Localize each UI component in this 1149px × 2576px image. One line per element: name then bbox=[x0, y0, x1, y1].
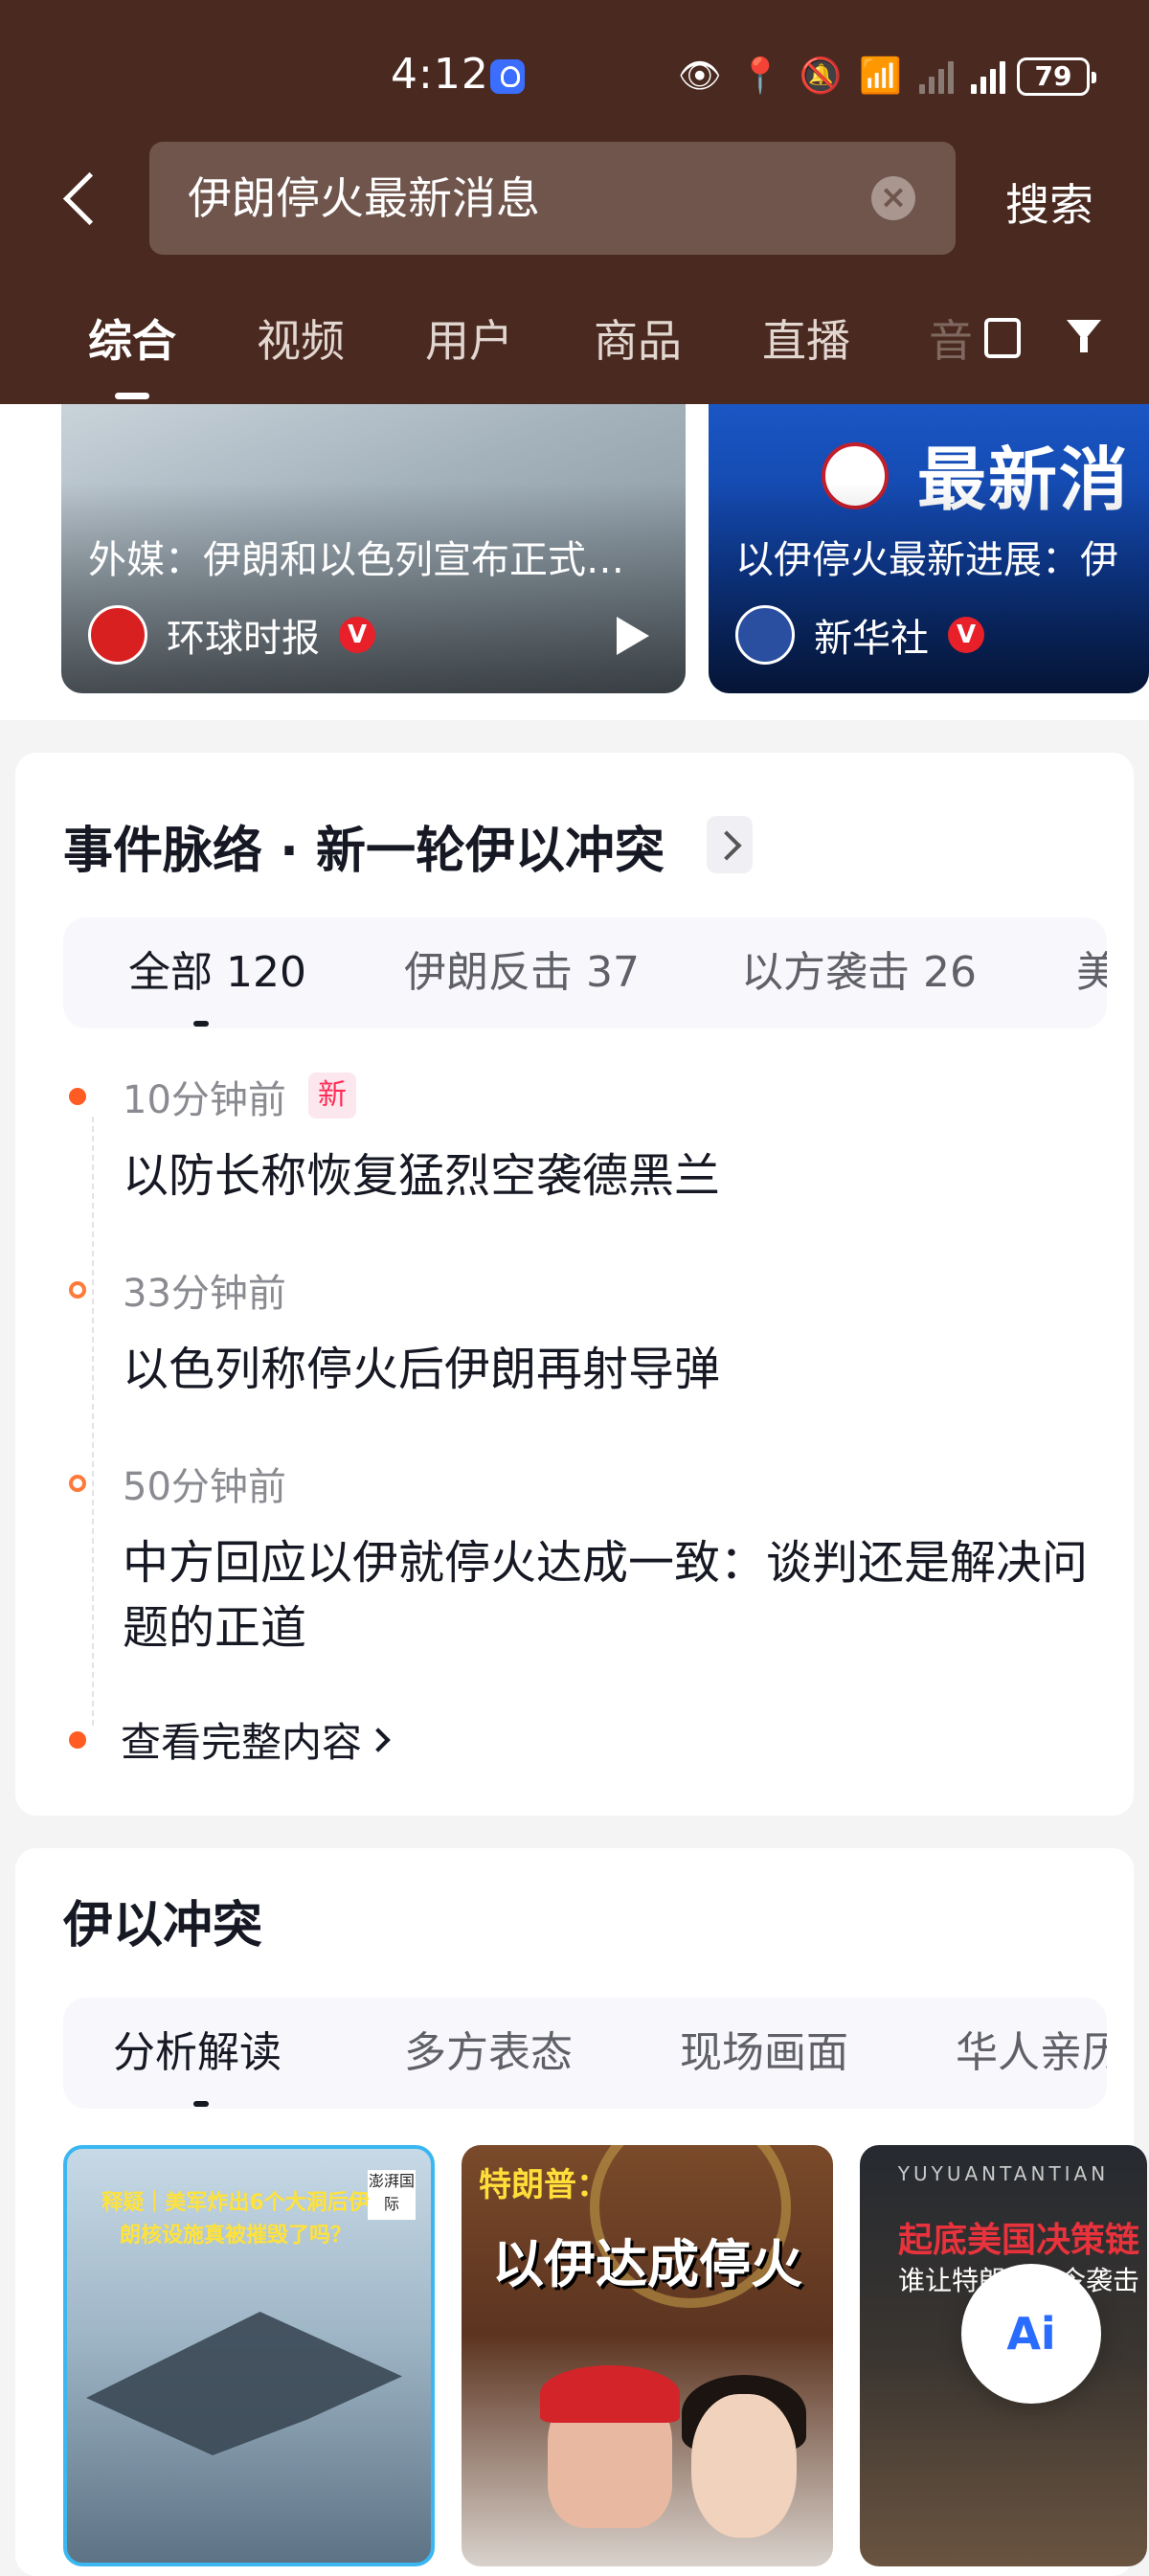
search-button[interactable]: 搜索 bbox=[1005, 170, 1093, 234]
status-time: 4:12 bbox=[391, 50, 489, 99]
subtab-indicator bbox=[193, 1021, 209, 1027]
video-thumbnail[interactable]: 特朗普： 以伊达成停火 bbox=[462, 2145, 833, 2566]
subtab-indicator bbox=[193, 2101, 209, 2107]
event-title[interactable]: 事件脉络 · 新一轮伊以冲突 bbox=[63, 810, 665, 882]
thumbnail-brand: YUYUANTANTIAN bbox=[897, 2162, 1110, 2185]
event-subtabs: 全部 120 伊朗反击 37 以方袭击 26 美 bbox=[63, 917, 1107, 1028]
top-header: 4:12 👁 📍 🔕 📶 79 伊朗停火最新消息 × 搜索 综合 视频 用户 商… bbox=[0, 0, 1149, 404]
tab-goods[interactable]: 商品 bbox=[594, 306, 682, 370]
subtab-analysis[interactable]: 分析解读 bbox=[113, 1998, 282, 2109]
wifi-icon: 📶 bbox=[859, 56, 903, 96]
chevron-right-icon[interactable] bbox=[366, 1728, 391, 1752]
timeline-dot bbox=[69, 1731, 86, 1749]
bomber-image bbox=[86, 2312, 402, 2455]
video-card[interactable]: 外媒：伊朗和以色列宣布正式… 环球时报 V bbox=[61, 404, 686, 693]
filter-icon[interactable] bbox=[1063, 312, 1107, 356]
view-full-content-link[interactable]: 查看完整内容 bbox=[121, 1710, 362, 1769]
subtab-iran-counter[interactable]: 伊朗反击 37 bbox=[404, 917, 640, 1028]
subtab-us[interactable]: 美 bbox=[1076, 917, 1107, 1028]
signal-4g-icon bbox=[971, 59, 1006, 94]
location-icon: 📍 bbox=[738, 56, 782, 96]
timeline-dot bbox=[69, 1088, 86, 1105]
status-icons: 👁 📍 🔕 📶 bbox=[678, 54, 1006, 100]
search-input[interactable]: 伊朗停火最新消息 × bbox=[149, 142, 956, 255]
subtab-chinese-experience[interactable]: 华人亲历 bbox=[956, 1998, 1107, 2109]
source-name[interactable]: 环球时报 bbox=[167, 607, 320, 663]
new-badge: 新 bbox=[308, 1073, 356, 1119]
status-bar: 4:12 👁 📍 🔕 📶 79 bbox=[0, 0, 1149, 144]
verified-icon: V bbox=[339, 617, 375, 653]
timeline-item[interactable]: 以防长称恢复猛烈空袭德黑兰 bbox=[123, 1143, 1099, 1209]
tab-music[interactable]: 音 bbox=[929, 306, 973, 370]
ai-assistant-button[interactable]: Ai bbox=[961, 2264, 1101, 2404]
subtab-all[interactable]: 全部 120 bbox=[128, 917, 306, 1028]
subtab-scene[interactable]: 现场画面 bbox=[680, 1998, 848, 2109]
avatar[interactable] bbox=[88, 605, 147, 665]
video-strip: 外媒：伊朗和以色列宣布正式… 环球时报 V 最新消 以伊停火最新进展：伊 新华社… bbox=[0, 404, 1149, 720]
conflict-subtabs: 分析解读 多方表态 现场画面 华人亲历 bbox=[63, 1998, 1107, 2109]
thumbnail-headline: 起底美国决策链 bbox=[898, 2220, 1140, 2260]
video-source: 环球时报 V bbox=[88, 605, 375, 665]
timeline-time: 33分钟前 bbox=[123, 1272, 286, 1316]
tab-comprehensive[interactable]: 综合 bbox=[88, 306, 176, 370]
timeline-time: 50分钟前 bbox=[123, 1465, 286, 1509]
mute-icon: 🔕 bbox=[799, 56, 843, 96]
verified-icon: V bbox=[948, 617, 984, 653]
tab-user[interactable]: 用户 bbox=[425, 306, 513, 370]
tab-video[interactable]: 视频 bbox=[257, 306, 345, 370]
timeline-dot bbox=[69, 1475, 86, 1492]
timeline-time: 10分钟前 bbox=[123, 1078, 286, 1122]
ai-icon: Ai bbox=[1006, 2308, 1056, 2360]
clear-icon[interactable]: × bbox=[871, 176, 915, 220]
video-thumbnail[interactable]: 澎湃国际 释疑｜美军炸出6个大洞后伊朗核设施真被摧毁了吗？ bbox=[63, 2145, 435, 2566]
event-timeline-card: 事件脉络 · 新一轮伊以冲突 全部 120 伊朗反击 37 以方袭击 26 美 … bbox=[15, 753, 1134, 1816]
video-card[interactable]: 最新消 以伊停火最新进展：伊 新华社 V bbox=[709, 404, 1149, 693]
signal-icon bbox=[919, 59, 955, 94]
play-icon[interactable] bbox=[617, 617, 649, 655]
thumbnail-headline: 以伊达成停火 bbox=[492, 2234, 802, 2294]
cap-image bbox=[540, 2365, 680, 2423]
source-name[interactable]: 新华社 bbox=[814, 607, 929, 663]
copy-icon[interactable] bbox=[977, 312, 1021, 358]
battery-icon: 79 bbox=[1017, 57, 1096, 96]
eye-icon: 👁 bbox=[678, 56, 722, 96]
video-title: 外媒：伊朗和以色列宣布正式… bbox=[88, 538, 624, 582]
timeline-dot bbox=[69, 1281, 86, 1299]
timeline-line bbox=[92, 1117, 94, 1726]
bulb-icon bbox=[490, 59, 525, 94]
subtab-statements[interactable]: 多方表态 bbox=[404, 1998, 573, 2109]
conflict-card: 伊以冲突 分析解读 多方表态 现场画面 华人亲历 澎湃国际 释疑｜美军炸出6个大… bbox=[15, 1848, 1147, 2576]
video-source: 新华社 V bbox=[735, 605, 984, 665]
tab-indicator bbox=[115, 393, 149, 399]
subtab-israel-strike[interactable]: 以方袭击 26 bbox=[741, 917, 977, 1028]
timeline-item[interactable]: 中方回应以伊就停火达成一致：谈判还是解决问题的正道 bbox=[123, 1530, 1099, 1661]
tab-live[interactable]: 直播 bbox=[762, 306, 850, 370]
avatar[interactable] bbox=[735, 605, 795, 665]
person-image bbox=[691, 2394, 797, 2538]
thumbnail-headline: 释疑｜美军炸出6个大洞后伊朗核设施真被摧毁了吗？ bbox=[101, 2191, 370, 2248]
video-title: 以伊停火最新进展：伊 bbox=[735, 538, 1118, 582]
conflict-title: 伊以冲突 bbox=[63, 1897, 263, 1955]
timeline-item[interactable]: 以色列称停火后伊朗再射导弹 bbox=[123, 1337, 1099, 1402]
back-button[interactable] bbox=[59, 170, 105, 228]
search-query: 伊朗停火最新消息 bbox=[188, 172, 540, 224]
chevron-right-icon[interactable] bbox=[707, 816, 753, 873]
thumbnail-label: 特朗普： bbox=[479, 2166, 609, 2204]
